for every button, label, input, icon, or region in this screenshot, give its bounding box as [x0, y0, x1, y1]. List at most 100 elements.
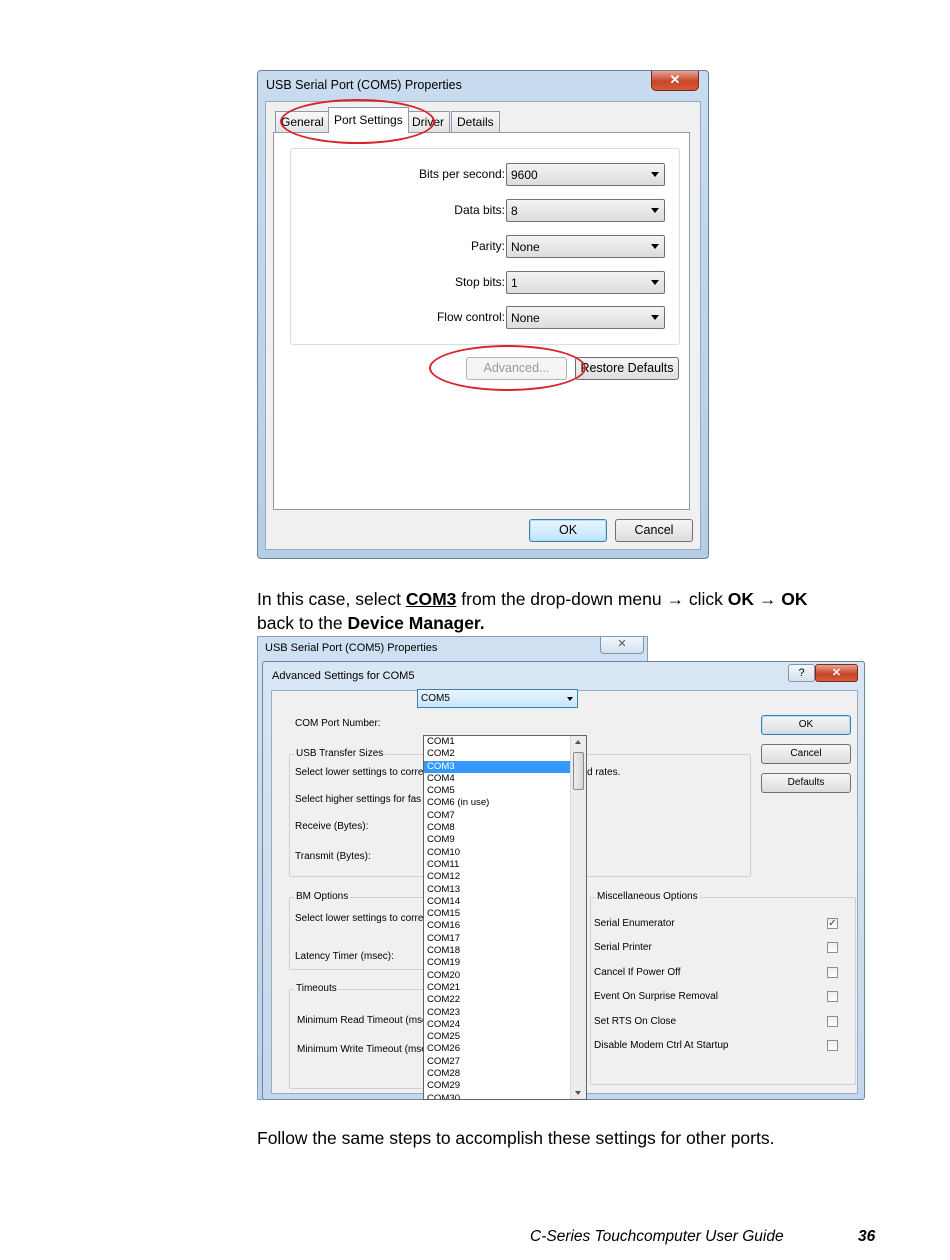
dropdown-option[interactable]: COM27 — [424, 1056, 586, 1068]
com-port-dropdown-list[interactable]: COM1 COM2 COM3 COM4 COM5 COM6 (in use) COM7 COM… — [423, 735, 587, 1100]
dropdown-option[interactable]: COM1 — [424, 736, 586, 748]
parity-label: Parity: — [470, 239, 505, 253]
scroll-down-icon[interactable] — [575, 1091, 581, 1095]
ok-button[interactable]: OK — [761, 715, 851, 735]
dropdown-option[interactable]: COM23 — [424, 1007, 586, 1019]
cancel-button[interactable]: Cancel — [615, 519, 693, 542]
dropdown-option[interactable]: COM13 — [424, 884, 586, 896]
dropdown-option[interactable]: COM11 — [424, 859, 586, 871]
port-settings-dialog: USB Serial Port (COM5) Properties ✕ Gene… — [257, 70, 709, 559]
tab-details[interactable]: Details — [451, 111, 500, 132]
dropdown-option[interactable]: COM26 — [424, 1043, 586, 1055]
parity-select[interactable]: None — [506, 235, 665, 258]
min-read-timeout-label: Minimum Read Timeout (msec — [297, 1015, 433, 1026]
dropdown-option[interactable]: COM3 — [424, 760, 586, 773]
close-button[interactable]: ✕ — [815, 664, 858, 682]
stop-bits-value: 1 — [511, 276, 518, 290]
dropdown-items: COM1 COM2 COM3 COM4 COM5 COM6 (in use) COM7 COM… — [424, 736, 586, 1099]
stop-bits-label: Stop bits: — [454, 275, 505, 289]
dropdown-option[interactable]: COM14 — [424, 896, 586, 908]
dropdown-option[interactable]: COM25 — [424, 1031, 586, 1043]
advanced-highlight-ellipse — [429, 345, 586, 391]
serial-printer-checkbox[interactable] — [827, 942, 838, 953]
close-icon: ✕ — [617, 638, 627, 650]
advanced-settings-screenshot: USB Serial Port (COM5) Properties ✕ Adva… — [257, 636, 865, 1100]
dropdown-option[interactable]: COM5 — [424, 785, 586, 797]
instruction-part: back to the — [257, 613, 348, 633]
misc-options-group: Miscellaneous Options Serial Enumerator … — [590, 891, 856, 1085]
misc-label-set-rts: Set RTS On Close — [594, 1016, 677, 1027]
surprise-removal-checkbox[interactable] — [827, 991, 838, 1002]
dropdown-option[interactable]: COM17 — [424, 933, 586, 945]
dialog-title: USB Serial Port (COM5) Properties — [266, 78, 462, 92]
help-button[interactable]: ? — [788, 664, 815, 682]
close-icon: ✕ — [831, 667, 842, 679]
dropdown-option[interactable]: COM6 (in use) — [424, 797, 586, 809]
background-close-button[interactable]: ✕ — [600, 637, 644, 654]
dropdown-option[interactable]: COM19 — [424, 957, 586, 969]
com-port-select[interactable]: COM5 — [417, 689, 578, 708]
data-bits-select[interactable]: 8 — [506, 199, 665, 222]
usb-transfer-sizes-legend: USB Transfer Sizes — [294, 748, 386, 759]
instruction-part: from the drop-down menu — [456, 589, 667, 609]
close-button[interactable]: ✕ — [651, 71, 699, 91]
instruction-ok: OK — [727, 589, 754, 609]
dropdown-option[interactable]: COM29 — [424, 1080, 586, 1092]
dropdown-option[interactable]: COM20 — [424, 970, 586, 982]
dropdown-option[interactable]: COM16 — [424, 920, 586, 932]
dropdown-option[interactable]: COM12 — [424, 871, 586, 883]
dropdown-option[interactable]: COM30 — [424, 1093, 586, 1099]
dropdown-option[interactable]: COM8 — [424, 822, 586, 834]
tab-port-settings[interactable]: Port Settings — [328, 107, 409, 133]
footer-title: C-Series Touchcomputer User Guide — [530, 1228, 784, 1245]
misc-label-disable-modem: Disable Modem Ctrl At Startup — [594, 1040, 729, 1051]
usb-lower-text: Select lower settings to corre — [295, 767, 424, 778]
dropdown-option[interactable]: COM21 — [424, 982, 586, 994]
closing-text: Follow the same steps to accomplish thes… — [257, 1128, 775, 1148]
dropdown-option[interactable]: COM2 — [424, 748, 586, 760]
serial-enumerator-checkbox[interactable]: ✓ — [827, 918, 838, 929]
bits-per-second-select[interactable]: 9600 — [506, 163, 665, 186]
chevron-down-icon — [651, 280, 659, 285]
scroll-thumb[interactable] — [573, 752, 584, 790]
restore-defaults-button[interactable]: Restore Defaults — [575, 357, 679, 380]
stop-bits-select[interactable]: 1 — [506, 271, 665, 294]
dropdown-option[interactable]: COM28 — [424, 1068, 586, 1080]
instruction-part: In this case, select — [257, 589, 406, 609]
min-write-timeout-label: Minimum Write Timeout (msec — [297, 1044, 432, 1055]
dropdown-option[interactable]: COM9 — [424, 834, 586, 846]
settings-group: Bits per second: 9600 Data bits: 8 Parit… — [290, 148, 680, 345]
dropdown-option[interactable]: COM4 — [424, 773, 586, 785]
flow-control-value: None — [511, 311, 540, 325]
timeouts-legend: Timeouts — [294, 983, 339, 994]
advanced-dialog-title: Advanced Settings for COM5 — [272, 670, 415, 682]
parity-value: None — [511, 240, 540, 254]
bm-options-legend: BM Options — [294, 891, 351, 902]
page-number: 36 — [858, 1228, 876, 1245]
cancel-button[interactable]: Cancel — [761, 744, 851, 764]
bm-text: Select lower settings to corre — [295, 913, 424, 924]
flow-control-row: Flow control: None — [291, 306, 681, 329]
misc-label-serial-enumerator: Serial Enumerator — [594, 918, 675, 929]
ok-button[interactable]: OK — [529, 519, 607, 542]
cancel-power-off-checkbox[interactable] — [827, 967, 838, 978]
usb-lower-text-tail: d rates. — [587, 767, 621, 778]
instruction-ok: OK — [781, 589, 808, 609]
check-icon: ✓ — [828, 918, 837, 929]
dropdown-option[interactable]: COM7 — [424, 810, 586, 822]
set-rts-checkbox[interactable] — [827, 1016, 838, 1027]
latency-label: Latency Timer (msec): — [295, 951, 394, 962]
dropdown-option[interactable]: COM22 — [424, 994, 586, 1006]
stop-bits-row: Stop bits: 1 — [291, 271, 681, 294]
dropdown-option[interactable]: COM15 — [424, 908, 586, 920]
scroll-up-icon[interactable] — [575, 740, 581, 744]
dropdown-option[interactable]: COM18 — [424, 945, 586, 957]
misc-label-cancel-power-off: Cancel If Power Off — [594, 967, 681, 978]
dropdown-option[interactable]: COM24 — [424, 1019, 586, 1031]
flow-control-select[interactable]: None — [506, 306, 665, 329]
dropdown-scrollbar[interactable] — [570, 736, 586, 1099]
misc-options-legend: Miscellaneous Options — [595, 891, 700, 902]
disable-modem-checkbox[interactable] — [827, 1040, 838, 1051]
dropdown-option[interactable]: COM10 — [424, 847, 586, 859]
defaults-button[interactable]: Defaults — [761, 773, 851, 793]
